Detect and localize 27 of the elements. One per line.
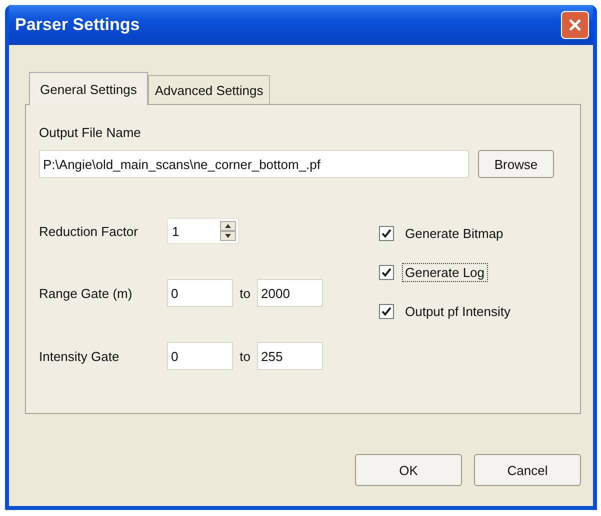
to-field[interactable]: 2000 [257, 279, 323, 307]
window-title: Parser Settings [15, 15, 140, 35]
checkbox-label[interactable]: Generate Log [402, 263, 488, 282]
to-label: to [238, 348, 252, 364]
tab[interactable]: Advanced Settings [148, 75, 270, 104]
browse-button[interactable]: Browse [478, 150, 554, 178]
to-field[interactable]: 255 [257, 342, 323, 370]
checkbox[interactable] [379, 265, 394, 280]
field-label: Output File Name [39, 125, 142, 140]
checkbox-label[interactable]: Output pf Intensity [402, 302, 514, 321]
dialog-button[interactable]: OK [355, 454, 462, 486]
field-label: Intensity Gate [39, 348, 120, 364]
spin-field[interactable]: 1 [167, 218, 239, 244]
field-label: Reduction Factor [39, 224, 139, 238]
checkbox-label[interactable]: Generate Bitmap [402, 224, 506, 243]
to-label: to [238, 286, 252, 300]
dialog-button[interactable]: Cancel [474, 454, 581, 486]
tab[interactable]: General Settings [29, 72, 148, 105]
close-button[interactable] [561, 11, 589, 39]
from-field[interactable]: 0 [167, 342, 233, 370]
field-label: Range Gate (m) [39, 286, 134, 300]
close-icon [568, 18, 582, 32]
output-file-field[interactable]: P:\Angie\old_main_scans\ne_corner_bottom_.pf [39, 150, 469, 178]
from-field[interactable]: 0 [167, 279, 233, 307]
checkbox[interactable] [379, 226, 394, 241]
spin-arrows-icon[interactable] [220, 221, 236, 241]
checkbox[interactable] [379, 304, 394, 319]
